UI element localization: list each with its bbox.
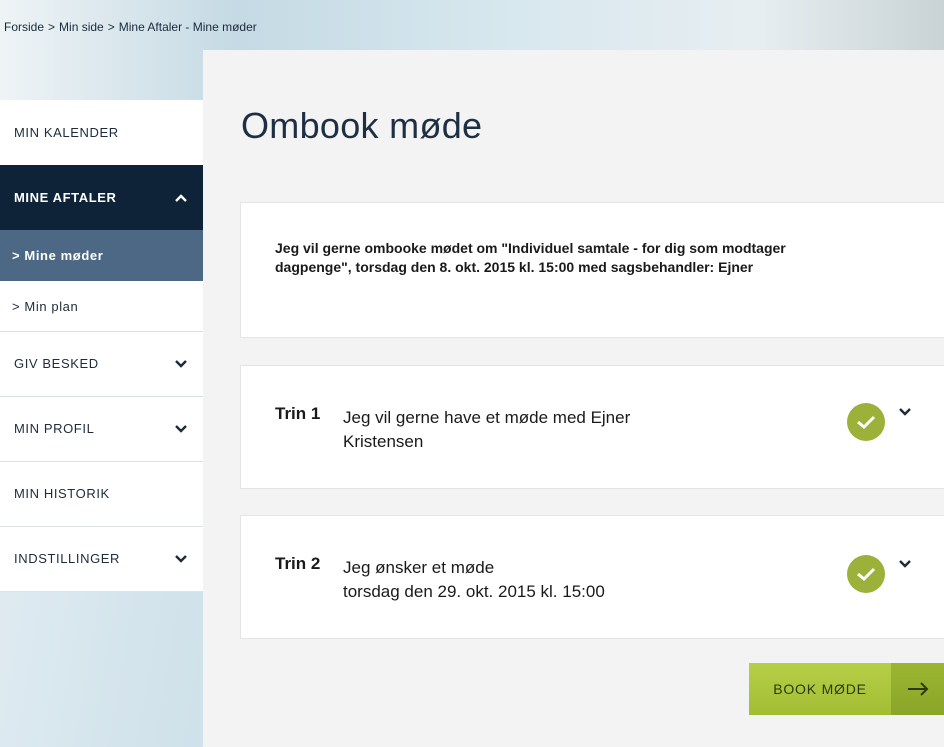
- sidebar-item-min-kalender[interactable]: MIN KALENDER: [0, 100, 203, 165]
- chevron-up-icon: [175, 192, 187, 204]
- breadcrumb-item-min-side[interactable]: Min side: [59, 20, 104, 34]
- sidebar-item-mine-aftaler[interactable]: MINE AFTALER: [0, 165, 203, 230]
- breadcrumb-item-current: Mine Aftaler - Mine møder: [118, 20, 257, 34]
- step-text-line: Jeg ønsker et møde: [343, 558, 495, 577]
- info-text: Jeg vil gerne ombooke mødet om "Individu…: [275, 240, 786, 275]
- step-card-2[interactable]: Trin 2 Jeg ønsker et møde torsdag den 29…: [240, 515, 944, 639]
- step-text-line: torsdag den 29. okt. 2015 kl. 15:00: [343, 582, 605, 601]
- arrow-right-icon: [891, 663, 944, 715]
- sidebar-item-label: > Min plan: [12, 298, 79, 314]
- divider: [0, 591, 203, 592]
- sidebar-item-label: MINE AFTALER: [14, 190, 117, 205]
- book-button-label: BOOK MØDE: [749, 663, 891, 715]
- step-description: Jeg ønsker et møde torsdag den 29. okt. …: [343, 556, 763, 604]
- info-card: Jeg vil gerne ombooke mødet om "Individu…: [240, 202, 944, 338]
- sidebar-item-label: MIN HISTORIK: [14, 486, 110, 501]
- sidebar-subitem-min-plan[interactable]: > Min plan: [0, 281, 203, 331]
- chevron-down-icon[interactable]: [899, 403, 913, 417]
- chevron-down-icon: [175, 423, 187, 435]
- sidebar-item-label: INDSTILLINGER: [14, 551, 121, 566]
- sidebar-item-label: > Mine møder: [12, 248, 104, 263]
- check-icon: [847, 555, 885, 593]
- sidebar-item-min-profil[interactable]: MIN PROFIL: [0, 396, 203, 461]
- sidebar-item-min-historik[interactable]: MIN HISTORIK: [0, 461, 203, 526]
- chevron-down-icon: [175, 358, 187, 370]
- step-text-line: Kristensen: [343, 432, 424, 451]
- breadcrumb-separator: >: [48, 20, 56, 34]
- sidebar-item-label: MIN PROFIL: [14, 421, 95, 436]
- check-icon: [847, 403, 885, 441]
- breadcrumb: Forside > Min side > Mine Aftaler - Mine mød…: [4, 20, 257, 34]
- step-card-1[interactable]: Trin 1 Jeg vil gerne have et møde med Ej…: [240, 365, 944, 489]
- page-title: Ombook møde: [241, 105, 483, 146]
- sidebar-item-label: MIN KALENDER: [14, 125, 119, 140]
- book-mode-button[interactable]: BOOK MØDE: [749, 663, 944, 715]
- chevron-down-icon: [175, 553, 187, 565]
- sidebar-item-giv-besked[interactable]: GIV BESKED: [0, 331, 203, 396]
- chevron-down-icon[interactable]: [899, 555, 913, 569]
- sidebar-subitem-mine-moder[interactable]: > Mine møder: [0, 230, 203, 281]
- sidebar-nav: MIN KALENDER MINE AFTALER > Mine møder >…: [0, 100, 203, 592]
- breadcrumb-separator: >: [107, 20, 115, 34]
- step-description: Jeg vil gerne have et møde med Ejner Kri…: [343, 406, 763, 454]
- sidebar-item-label: GIV BESKED: [14, 356, 99, 371]
- step-text-line: Jeg vil gerne have et møde med Ejner: [343, 408, 631, 427]
- sidebar-item-indstillinger[interactable]: INDSTILLINGER: [0, 526, 203, 591]
- step-label: Trin 1: [275, 404, 321, 423]
- breadcrumb-item-forside[interactable]: Forside: [4, 20, 44, 34]
- main-content: Ombook møde Jeg vil gerne ombooke mødet …: [203, 50, 944, 747]
- step-label: Trin 2: [275, 554, 321, 573]
